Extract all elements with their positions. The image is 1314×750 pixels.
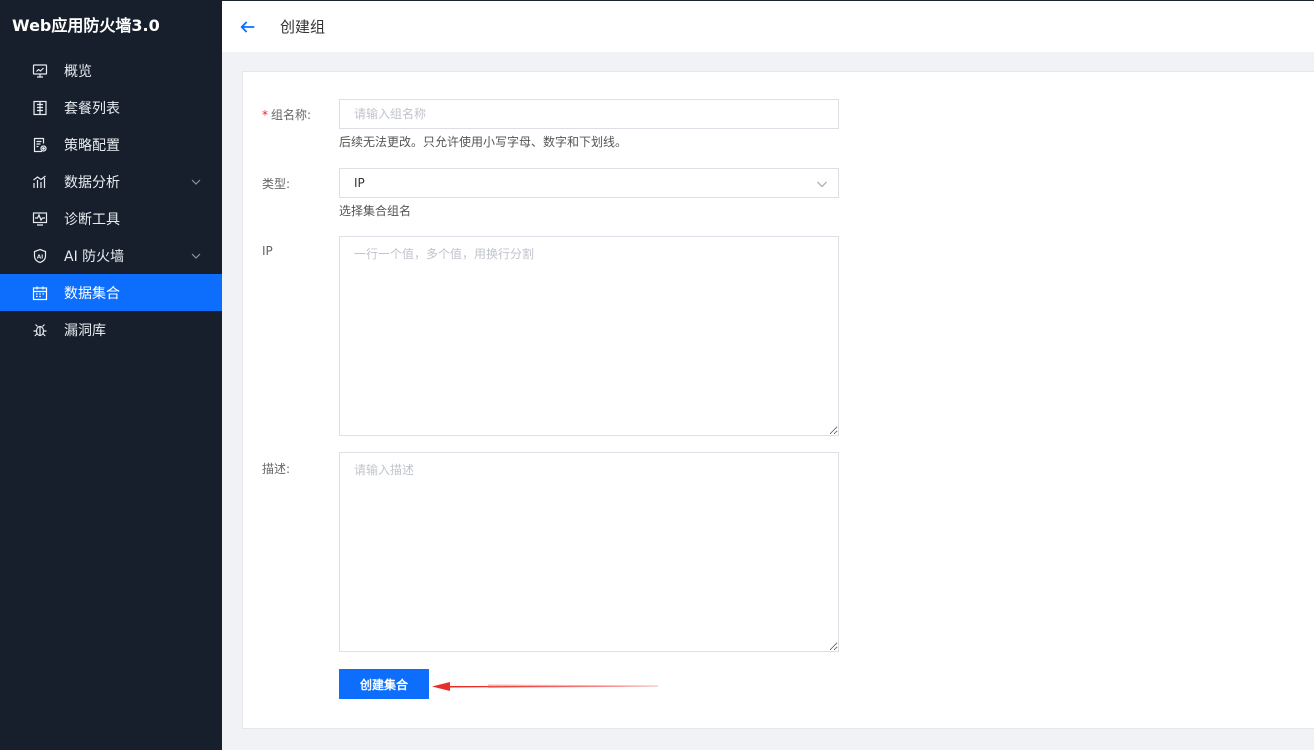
group-name-input[interactable] [339, 99, 839, 129]
create-group-form: *组名称: 后续无法更改。只允许使用小写字母、数字和下划线。 类型: IP 选择… [242, 71, 1314, 729]
chevron-down-icon [817, 181, 827, 188]
sidebar-item-analytics[interactable]: 数据分析 [0, 163, 222, 200]
sidebar-item-label: 概览 [64, 63, 92, 80]
bug-icon [32, 322, 48, 338]
list-icon [32, 100, 48, 116]
sidebar-item-label: 策略配置 [64, 137, 120, 154]
diagnose-icon [32, 211, 48, 227]
chevron-down-icon[interactable] [190, 250, 202, 262]
page-header: 创建组 [222, 0, 1314, 52]
sidebar-item-plans[interactable]: 套餐列表 [0, 89, 222, 126]
create-set-button[interactable]: 创建集合 [339, 669, 429, 699]
sidebar-item-label: 漏洞库 [64, 322, 106, 339]
type-select[interactable]: IP [339, 168, 839, 198]
annotation-arrow-icon [432, 682, 658, 691]
chevron-down-icon[interactable] [190, 176, 202, 188]
monitor-icon [32, 63, 48, 79]
chart-icon [32, 174, 48, 190]
sidebar: Web应用防火墙3.0 概览 套餐列表 策略配置 数据分析 诊断工具 AI AI… [0, 0, 222, 750]
ai-shield-icon: AI [32, 248, 48, 264]
policy-icon [32, 137, 48, 153]
group-name-label: * 组名称: [262, 106, 311, 123]
sidebar-item-label: 套餐列表 [64, 100, 120, 117]
sidebar-item-label: 诊断工具 [64, 211, 120, 228]
ip-textarea[interactable] [339, 236, 839, 436]
app-title: Web应用防火墙3.0 [12, 16, 160, 35]
sidebar-item-vulnerabilities[interactable]: 漏洞库 [0, 311, 222, 348]
type-hint: 选择集合组名 [339, 204, 412, 218]
sidebar-item-policy[interactable]: 策略配置 [0, 126, 222, 163]
sidebar-item-diagnostics[interactable]: 诊断工具 [0, 200, 222, 237]
required-mark: * [262, 108, 268, 122]
sidebar-nav: 概览 套餐列表 策略配置 数据分析 诊断工具 AI AI 防火墙 数据集合 漏洞… [0, 52, 222, 348]
type-label: 类型: [262, 177, 291, 191]
ip-label: IP [262, 244, 273, 258]
group-name-hint: 后续无法更改。只允许使用小写字母、数字和下划线。 [339, 135, 628, 149]
sidebar-item-overview[interactable]: 概览 [0, 52, 222, 89]
type-select-value: IP [354, 176, 365, 190]
sidebar-item-label: 数据集合 [64, 285, 120, 302]
sidebar-item-ai-firewall[interactable]: AI AI 防火墙 [0, 237, 222, 274]
sidebar-item-data-sets[interactable]: 数据集合 [0, 274, 222, 311]
svg-text:AI: AI [37, 254, 43, 260]
description-textarea[interactable] [339, 452, 839, 652]
calendar-icon [32, 285, 48, 301]
sidebar-item-label: AI 防火墙 [64, 248, 125, 265]
group-name-label-text: 组名称: [271, 108, 312, 122]
description-label: 描述: [262, 462, 291, 476]
app-root: Web应用防火墙3.0 概览 套餐列表 策略配置 数据分析 诊断工具 AI AI… [0, 0, 1314, 750]
back-arrow-icon[interactable] [238, 17, 258, 37]
sidebar-item-label: 数据分析 [64, 174, 120, 191]
page-title: 创建组 [280, 18, 326, 36]
